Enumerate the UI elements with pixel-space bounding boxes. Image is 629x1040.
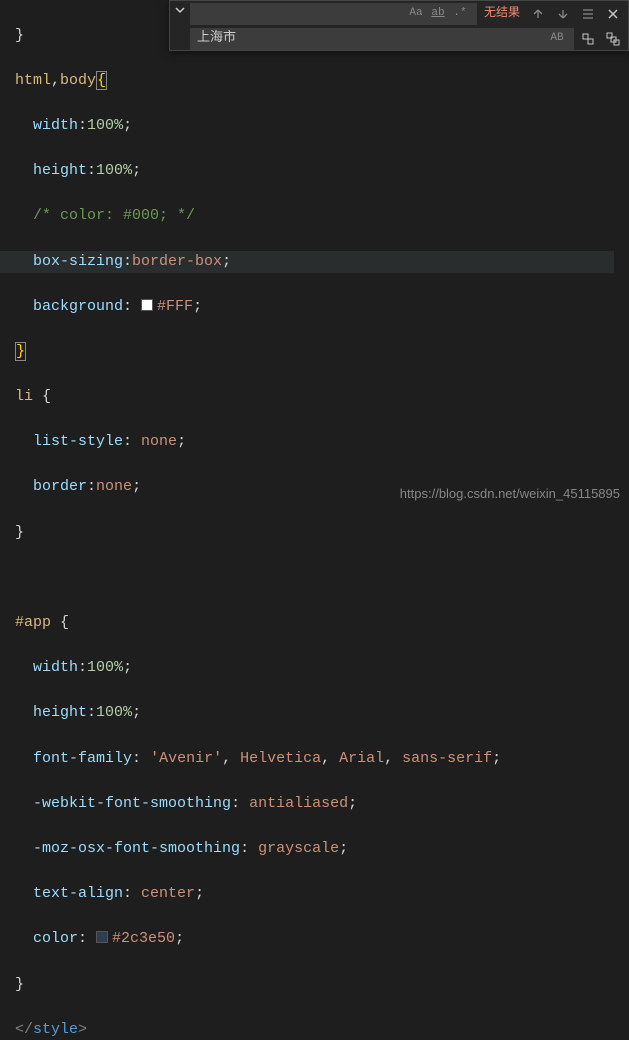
code-line: #app { <box>15 612 614 635</box>
code-line <box>15 567 614 590</box>
regex-button[interactable]: .* <box>450 5 470 23</box>
find-result-count: 无结果 <box>480 2 524 25</box>
code-line: color: #2c3e50; <box>15 928 614 951</box>
replace-one-button[interactable] <box>577 28 599 50</box>
code-line: height:100%; <box>15 160 614 183</box>
prev-match-button[interactable] <box>527 3 549 25</box>
code-line: height:100%; <box>15 702 614 725</box>
replace-all-button[interactable] <box>602 28 624 50</box>
toggle-replace-button[interactable] <box>170 1 190 50</box>
preserve-case-button[interactable]: AB <box>547 30 567 48</box>
next-match-button[interactable] <box>552 3 574 25</box>
find-in-selection-button[interactable] <box>577 3 599 25</box>
code-line: background: #FFF; <box>15 296 614 319</box>
code-line: font-family: 'Avenir', Helvetica, Arial,… <box>15 748 614 771</box>
code-line-active: box-sizing:border-box; <box>0 251 614 274</box>
selection-icon <box>581 7 595 21</box>
chevron-down-icon <box>174 4 186 16</box>
editor-code[interactable]: } html,body{ width:100%; height:100%; /*… <box>15 2 614 1040</box>
code-line: width:100%; <box>15 657 614 680</box>
close-find-button[interactable] <box>602 3 624 25</box>
code-line: li { <box>15 386 614 409</box>
code-line: html,body{ <box>15 70 614 93</box>
find-input[interactable]: Aa ab .* <box>190 3 477 25</box>
code-line: } <box>15 341 614 364</box>
code-line: } <box>15 522 614 545</box>
close-icon <box>607 8 619 20</box>
replace-icon <box>581 32 595 46</box>
watermark-text: https://blog.csdn.net/weixin_45115895 <box>400 483 620 506</box>
code-line: -moz-osx-font-smoothing: grayscale; <box>15 838 614 861</box>
replace-row: 上海市 AB <box>190 26 628 51</box>
replace-input[interactable]: 上海市 AB <box>190 28 574 50</box>
find-replace-panel: Aa ab .* 无结果 上海市 AB <box>169 0 629 51</box>
color-swatch-icon <box>141 299 153 311</box>
match-whole-word-button[interactable]: ab <box>428 5 448 23</box>
arrow-up-icon <box>531 7 545 21</box>
code-line: </style> <box>15 1019 614 1040</box>
replace-all-icon <box>606 32 620 46</box>
match-case-button[interactable]: Aa <box>406 5 426 23</box>
code-line: list-style: none; <box>15 431 614 454</box>
code-line: -webkit-font-smoothing: antialiased; <box>15 793 614 816</box>
code-line: width:100%; <box>15 115 614 138</box>
code-line: /* color: #000; */ <box>15 205 614 228</box>
code-line: } <box>15 974 614 997</box>
arrow-down-icon <box>556 7 570 21</box>
color-swatch-icon <box>96 931 108 943</box>
code-line: text-align: center; <box>15 883 614 906</box>
find-row: Aa ab .* 无结果 <box>190 1 628 26</box>
